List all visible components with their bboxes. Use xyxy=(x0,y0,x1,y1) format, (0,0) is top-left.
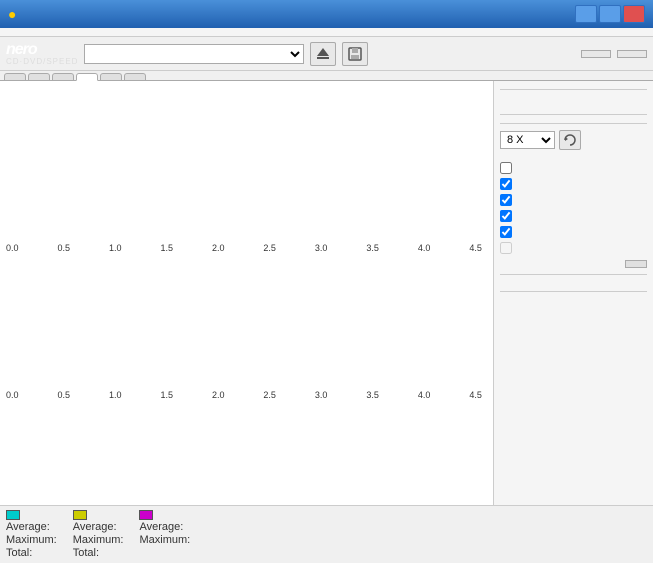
stats-bar: Average: Maximum: Total: Average: Maximu… xyxy=(0,505,653,563)
tab-disc-quality[interactable] xyxy=(76,73,98,81)
exit-button[interactable] xyxy=(617,50,647,58)
read-speed-row[interactable] xyxy=(500,226,647,238)
divider-2 xyxy=(500,274,647,275)
advanced-button[interactable] xyxy=(625,260,647,268)
right-panel: 8 XMax4 X12 X16 X xyxy=(493,81,653,505)
jitter-group: Average: Maximum: xyxy=(139,510,190,559)
menu-file[interactable] xyxy=(4,30,16,34)
drive-select[interactable] xyxy=(84,44,304,64)
upper-chart xyxy=(4,87,484,242)
pi-errors-total: Total: xyxy=(6,547,57,559)
progress-section xyxy=(500,300,647,304)
divider-3 xyxy=(500,291,647,292)
jitter-color xyxy=(139,510,153,520)
read-speed-checkbox[interactable] xyxy=(500,226,512,238)
settings-title xyxy=(500,121,647,124)
tab-create-disc[interactable] xyxy=(28,73,50,80)
title-bar: ● xyxy=(0,0,653,28)
jitter-avg: Average: xyxy=(139,521,190,533)
upper-x-axis: 0.00.51.01.52.0 2.53.03.54.04.5 xyxy=(4,243,484,253)
menu-bar xyxy=(0,28,653,37)
menu-run-test[interactable] xyxy=(26,30,38,34)
lower-x-axis: 0.00.51.01.52.0 2.53.03.54.04.5 xyxy=(4,390,484,400)
minimize-button[interactable] xyxy=(575,5,597,23)
write-speed-checkbox xyxy=(500,242,512,254)
jitter-row[interactable] xyxy=(500,210,647,222)
c1-pie-row[interactable] xyxy=(500,178,647,190)
title-bar-left: ● xyxy=(8,6,22,22)
menu-help[interactable] xyxy=(70,30,82,34)
pi-errors-header xyxy=(6,510,57,520)
jitter-header xyxy=(139,510,190,520)
save-icon-btn[interactable] xyxy=(342,42,368,66)
pi-failures-header xyxy=(73,510,124,520)
main-content: 24161284 0.00.51.01.52.0 2.53.03.54.04.5… xyxy=(0,81,653,505)
tab-advanced-disc-quality[interactable] xyxy=(100,73,122,80)
title-bar-controls xyxy=(575,5,645,23)
c2-pif-row[interactable] xyxy=(500,194,647,206)
pi-failures-avg: Average: xyxy=(73,521,124,533)
nero-logo: nero CD·DVD/SPEED xyxy=(6,41,78,66)
tab-benchmark[interactable] xyxy=(4,73,26,80)
jitter-checkbox[interactable] xyxy=(500,210,512,222)
tabs-bar xyxy=(0,71,653,81)
pi-errors-color xyxy=(6,510,20,520)
refresh-icon-btn[interactable] xyxy=(559,130,581,150)
tab-scan-disc[interactable] xyxy=(124,73,146,80)
pi-errors-avg: Average: xyxy=(6,521,57,533)
menu-extra[interactable] xyxy=(48,30,60,34)
disc-info-title xyxy=(500,87,647,90)
start-button[interactable] xyxy=(581,50,611,58)
tab-disc-info[interactable] xyxy=(52,73,74,80)
lower-chart xyxy=(4,255,484,390)
close-button[interactable] xyxy=(623,5,645,23)
pi-failures-total: Total: xyxy=(73,547,124,559)
pi-failures-color xyxy=(73,510,87,520)
c1-pie-checkbox[interactable] xyxy=(500,178,512,190)
toolbar: nero CD·DVD/SPEED xyxy=(0,37,653,71)
quick-scan-row[interactable] xyxy=(500,162,647,174)
pi-failures-group: Average: Maximum: Total: xyxy=(73,510,124,559)
c2-pif-checkbox[interactable] xyxy=(500,194,512,206)
maximize-button[interactable] xyxy=(599,5,621,23)
pi-errors-group: Average: Maximum: Total: xyxy=(6,510,57,559)
write-speed-row xyxy=(500,242,647,254)
speed-select[interactable]: 8 XMax4 X12 X16 X xyxy=(500,131,555,149)
speed-settings-row: 8 XMax4 X12 X16 X xyxy=(500,130,647,150)
divider-1 xyxy=(500,114,647,115)
chart-area: 24161284 0.00.51.01.52.0 2.53.03.54.04.5… xyxy=(0,81,493,505)
eject-icon-btn[interactable] xyxy=(310,42,336,66)
quick-scan-checkbox[interactable] xyxy=(500,162,512,174)
